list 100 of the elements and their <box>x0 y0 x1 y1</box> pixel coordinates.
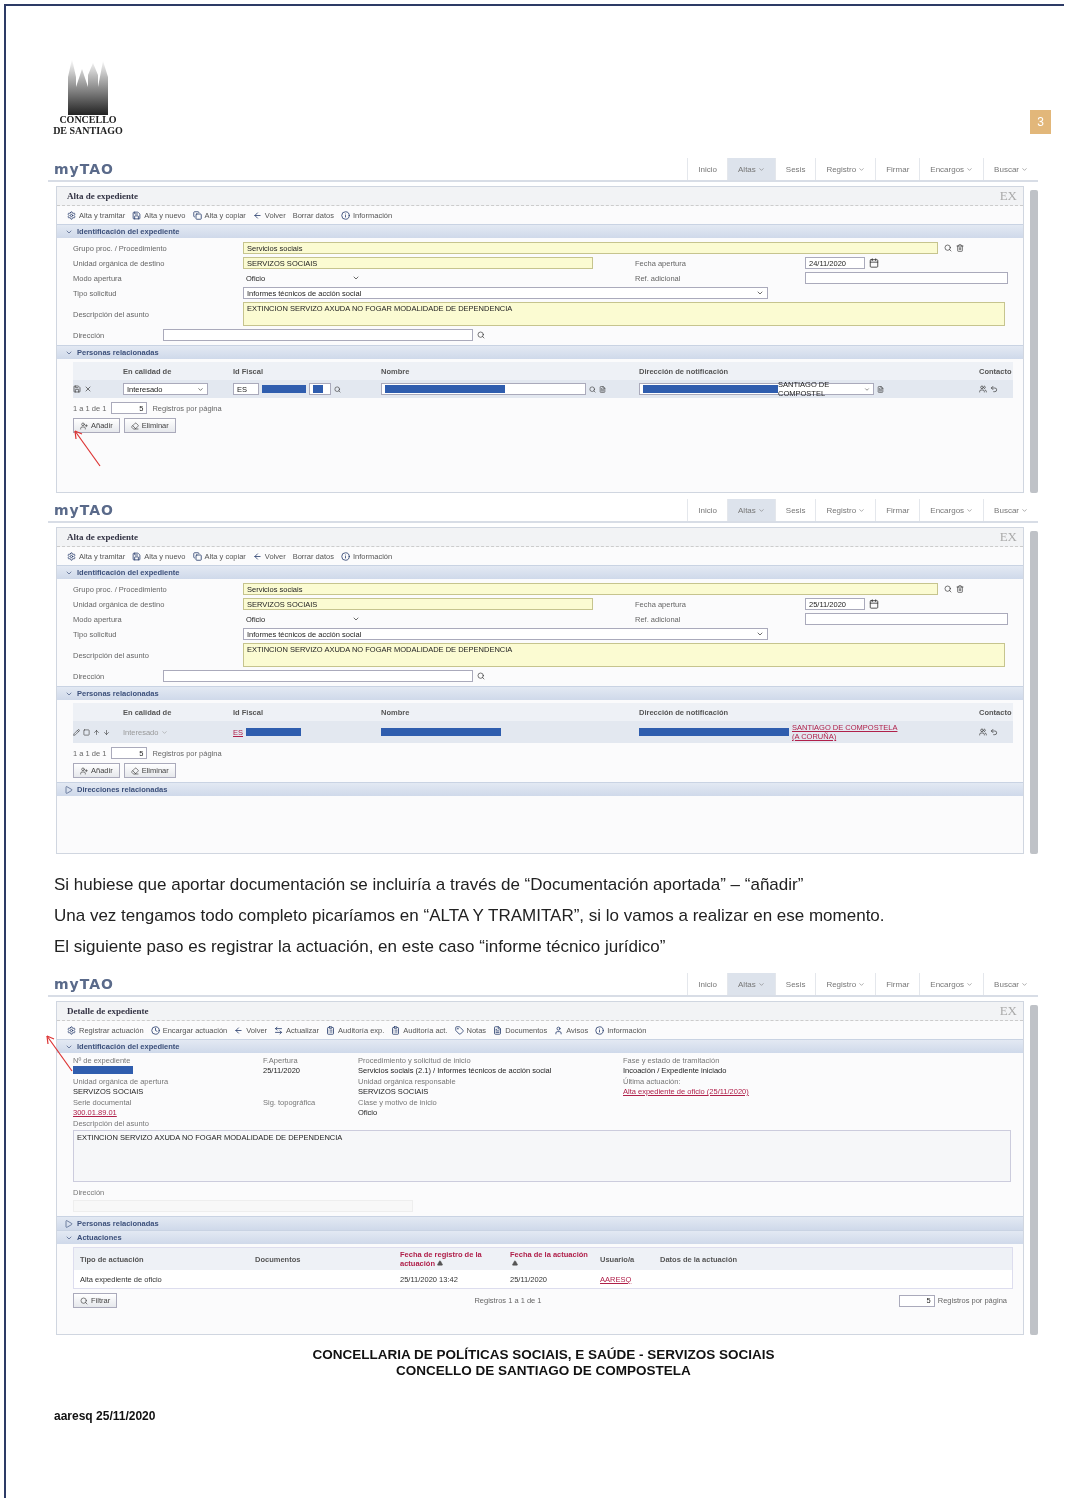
footer-text: CONCELLO DE SANTIAGO DE COMPOSTELA <box>396 1363 691 1379</box>
nav-menu-item[interactable]: Encargos <box>919 158 984 180</box>
redacted-bar <box>262 385 306 393</box>
undo-icon[interactable] <box>990 728 998 736</box>
clipboard-icon <box>326 1025 336 1035</box>
contacts-icon[interactable] <box>979 385 987 393</box>
dropdown-caret-icon <box>966 506 974 514</box>
nav-menu-item[interactable]: Buscar <box>983 973 1038 995</box>
page-title: Detalle de expediente <box>67 1006 149 1016</box>
scrollbar[interactable] <box>1030 1005 1038 1335</box>
trash-icon[interactable] <box>956 585 964 593</box>
eraser-icon <box>130 766 139 775</box>
document-icon[interactable] <box>599 385 606 393</box>
text-field[interactable] <box>163 670 473 682</box>
nav-menu-item[interactable]: Sesis <box>774 158 816 180</box>
copy-icon <box>192 551 202 561</box>
dropdown-caret-icon <box>1021 165 1028 173</box>
footer-text: CONCELLARIA DE POLÍTICAS SOCIAIS, E SAÚDE - SERVIZOS SOCIAIS <box>312 1347 775 1363</box>
scrollbar[interactable] <box>1030 190 1038 493</box>
page-title: Alta de expediente <box>67 191 138 201</box>
nav-menu-item[interactable]: Firmar <box>875 158 920 180</box>
logo-text: CONCELLO DE SANTIAGO <box>53 115 123 136</box>
name-input[interactable] <box>381 383 586 395</box>
checkbox-icon[interactable] <box>83 728 90 736</box>
nav-menu-item[interactable]: Registro <box>815 499 876 521</box>
user-plus-icon <box>80 766 88 775</box>
module-code: EX <box>999 188 1017 204</box>
nav-menu-item[interactable]: Registro <box>815 973 876 995</box>
calendar-icon[interactable] <box>869 599 879 609</box>
close-icon[interactable] <box>84 385 92 393</box>
nav-menu-item[interactable]: Sesis <box>774 499 816 521</box>
text-field[interactable] <box>805 613 1008 625</box>
save-icon <box>132 210 142 220</box>
contacts-icon[interactable] <box>979 728 987 736</box>
nav-menu-item[interactable]: Buscar <box>983 499 1038 521</box>
redacted-bar <box>246 728 301 736</box>
search-icon[interactable] <box>589 385 596 393</box>
dropdown-caret-icon <box>756 630 764 638</box>
brand-logo: myTAO <box>53 502 114 518</box>
body-paragraph: Si hubiese que aportar documentación se incluiría a través de “Documentación aportada” – “añadir” <box>54 874 805 896</box>
trash-icon[interactable] <box>956 244 964 252</box>
nav-menu-item[interactable]: Encargos <box>919 973 984 995</box>
undo-icon[interactable] <box>990 385 998 393</box>
signature-text: aaresq 25/11/2020 <box>54 1409 157 1423</box>
page-number: 3 <box>1030 110 1051 134</box>
document-icon[interactable] <box>877 385 884 393</box>
copy-icon <box>192 210 202 220</box>
redacted-bar <box>73 1066 133 1074</box>
dropdown-caret-icon <box>757 165 765 173</box>
scrollbar[interactable] <box>1030 531 1038 854</box>
text-field[interactable] <box>163 329 473 341</box>
search-icon[interactable] <box>334 385 341 393</box>
text-field[interactable] <box>805 272 1008 284</box>
nav-menu-item[interactable]: Altas <box>727 973 775 995</box>
triangle-right-icon <box>65 1219 73 1228</box>
dropdown-caret-icon <box>197 385 204 393</box>
search-icon[interactable] <box>477 331 485 339</box>
nav-menu-item[interactable]: Sesis <box>774 973 816 995</box>
arrow-down-icon[interactable] <box>103 728 110 736</box>
dropdown-caret-icon <box>1021 506 1028 514</box>
arrow-up-icon[interactable] <box>93 728 100 736</box>
document-icon <box>493 1025 503 1035</box>
nav-menu-item[interactable]: Altas <box>727 499 775 521</box>
calendar-icon[interactable] <box>869 258 879 268</box>
person-icon <box>554 1025 564 1035</box>
sort-icon <box>437 1260 443 1266</box>
module-code: EX <box>999 529 1017 545</box>
eraser-icon <box>130 421 139 430</box>
nav-menu-item[interactable]: Altas <box>727 158 775 180</box>
nav-menu-item[interactable]: Registro <box>815 158 876 180</box>
back-arrow-icon <box>252 551 262 561</box>
save-icon[interactable] <box>73 385 81 393</box>
nav-menu-item[interactable]: Firmar <box>875 499 920 521</box>
back-arrow-icon <box>252 210 262 220</box>
dropdown-caret-icon <box>864 385 870 393</box>
clipboard-icon <box>391 1025 401 1035</box>
dropdown-caret-icon <box>757 980 765 988</box>
nav-menu-item[interactable]: Firmar <box>875 973 920 995</box>
edit-icon[interactable] <box>73 728 80 736</box>
swap-arrows-icon <box>274 1025 284 1035</box>
clock-icon <box>150 1025 160 1035</box>
search-icon[interactable] <box>477 672 485 680</box>
dropdown-caret-icon <box>352 615 360 623</box>
body-paragraph: Una vez tengamos todo completo picaríamos en “ALTA Y TRAMITAR”, si lo vamos a realizar en ese momento. <box>54 905 886 927</box>
page-title: Alta de expediente <box>67 532 138 542</box>
gear-icon <box>67 210 76 220</box>
nav-menu-item[interactable]: Buscar <box>983 158 1038 180</box>
body-paragraph: El siguiente paso es registrar la actuación, en este caso “informe técnico jurídico” <box>54 936 667 958</box>
dropdown-caret-icon <box>966 980 974 988</box>
info-icon <box>340 210 350 220</box>
search-icon[interactable] <box>944 585 952 593</box>
brand-logo: myTAO <box>53 161 114 177</box>
tag-icon <box>454 1025 464 1035</box>
search-icon[interactable] <box>944 244 952 252</box>
nav-menu-item[interactable]: Encargos <box>919 499 984 521</box>
sort-icon <box>512 1260 518 1266</box>
id-input[interactable] <box>309 383 331 395</box>
dropdown-caret-icon <box>757 506 765 514</box>
dropdown-caret-icon <box>858 506 866 514</box>
back-arrow-icon <box>234 1025 244 1035</box>
